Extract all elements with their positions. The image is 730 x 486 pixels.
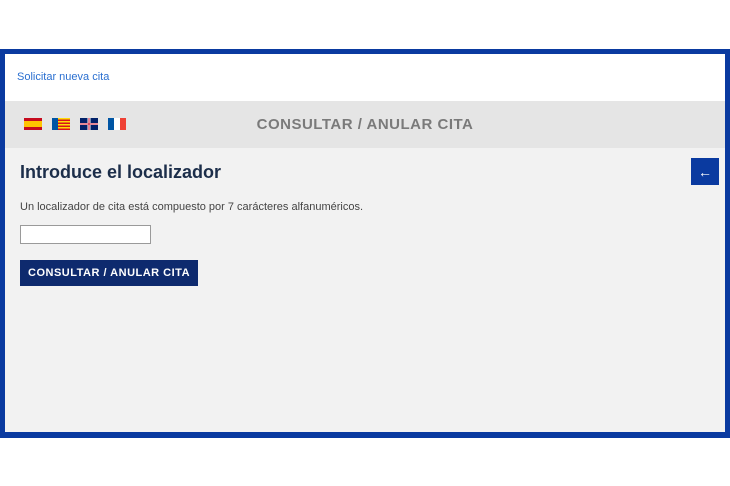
page-header: CONSULTAR / ANULAR CITA [5,101,725,148]
header-title: CONSULTAR / ANULAR CITA [256,116,474,133]
back-button[interactable]: ← [691,158,719,185]
page-title: Introduce el localizador [20,162,222,182]
locator-description: Un localizador de cita está compuesto po… [20,201,364,213]
app-frame: Solicitar nueva cita CONSULTAR / ANULAR … [0,49,730,438]
consult-cancel-button[interactable]: CONSULTAR / ANULAR CITA [20,260,199,286]
top-bar: Solicitar nueva cita [5,54,725,101]
main-content: Introduce el localizador ← Un localizado… [5,148,725,432]
new-appointment-link[interactable]: Solicitar nueva cita [17,71,109,83]
arrow-left-icon: ← [698,163,712,180]
locator-input[interactable] [20,225,151,244]
